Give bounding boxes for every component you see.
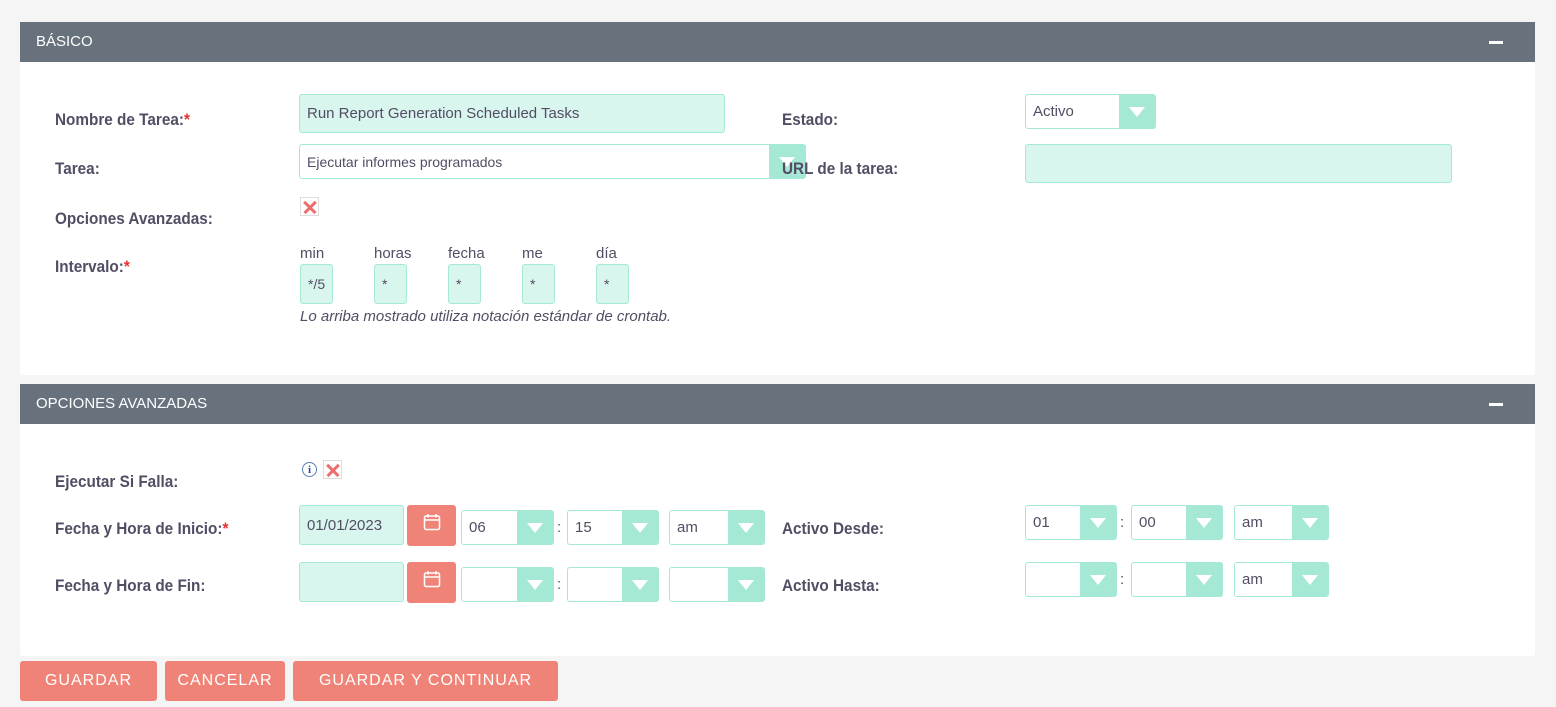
end-meridiem-select[interactable] [669, 567, 765, 602]
status-value: Activo [1033, 103, 1074, 120]
info-icon[interactable]: i [302, 462, 317, 477]
advanced-options-checkbox-x-mark-icon[interactable] [300, 197, 319, 216]
advanced-panel-header[interactable]: OPCIONES AVANZADAS [20, 384, 1535, 424]
interval-day-input[interactable]: * [596, 264, 629, 304]
catch-up-checkbox-x-mark-icon[interactable] [323, 460, 342, 479]
start-hour-select[interactable]: 06 [461, 510, 554, 545]
job-label: Tarea: [55, 159, 100, 178]
start-minute-select[interactable]: 15 [567, 510, 659, 545]
job-select[interactable]: Ejecutar informes programados [299, 144, 806, 179]
start-datetime-label: Fecha y Hora de Inicio:* [55, 519, 229, 538]
basic-panel-title: BÁSICO [36, 33, 93, 50]
active-from-meridiem-select[interactable]: am [1234, 505, 1329, 540]
chevron-down-icon[interactable] [1186, 563, 1222, 596]
chevron-down-icon[interactable] [1080, 563, 1116, 596]
status-select[interactable]: Activo [1025, 94, 1156, 129]
interval-min-label: min [300, 245, 325, 262]
time-separator: : [557, 576, 562, 593]
chevron-down-icon[interactable] [728, 568, 764, 601]
end-datetime-label: Fecha y Hora de Fin: [55, 576, 206, 595]
interval-min-input[interactable]: */5 [300, 264, 333, 304]
job-url-input[interactable] [1025, 144, 1452, 183]
start-date-input[interactable]: 01/01/2023 [299, 505, 404, 545]
catch-up-label: Ejecutar Si Falla: [55, 472, 179, 491]
basic-panel-body [20, 62, 1535, 375]
start-meridiem-select[interactable]: am [669, 510, 765, 545]
interval-hours-input[interactable]: * [374, 264, 407, 304]
time-separator: : [1120, 571, 1125, 588]
chevron-down-icon[interactable] [1080, 506, 1116, 539]
time-separator: : [557, 519, 562, 536]
active-from-hour-select[interactable]: 01 [1025, 505, 1117, 540]
end-hour-select[interactable] [461, 567, 554, 602]
interval-month-label: me [522, 245, 543, 262]
active-to-label: Activo Hasta: [782, 576, 880, 595]
chevron-down-icon[interactable] [728, 511, 764, 544]
calendar-icon[interactable] [407, 562, 456, 603]
time-separator: : [1120, 514, 1125, 531]
chevron-down-icon[interactable] [622, 511, 658, 544]
chevron-down-icon[interactable] [1292, 506, 1328, 539]
task-name-input[interactable]: Run Report Generation Scheduled Tasks [299, 94, 725, 133]
interval-month-input[interactable]: * [522, 264, 555, 304]
job-value: Ejecutar informes programados [307, 153, 503, 170]
cancel-button[interactable]: CANCELAR [165, 661, 285, 701]
save-button[interactable]: GUARDAR [20, 661, 157, 701]
status-label: Estado: [782, 110, 839, 129]
calendar-icon[interactable] [407, 505, 456, 546]
job-url-label: URL de la tarea: [782, 159, 899, 178]
chevron-down-icon[interactable] [1292, 563, 1328, 596]
interval-hours-label: horas [374, 245, 412, 262]
basic-panel-header[interactable]: BÁSICO [20, 22, 1535, 62]
collapse-icon[interactable] [1489, 403, 1503, 406]
interval-date-label: fecha [448, 245, 485, 262]
cron-hint: Lo arriba mostrado utiliza notación está… [300, 308, 672, 325]
advanced-panel-title: OPCIONES AVANZADAS [36, 395, 208, 412]
chevron-down-icon[interactable] [1186, 506, 1222, 539]
chevron-down-icon[interactable] [622, 568, 658, 601]
active-from-minute-select[interactable]: 00 [1131, 505, 1223, 540]
interval-day-label: día [596, 245, 617, 262]
interval-label: Intervalo:* [55, 257, 130, 276]
active-from-label: Activo Desde: [782, 519, 885, 538]
chevron-down-icon[interactable] [1119, 95, 1155, 128]
chevron-down-icon[interactable] [517, 511, 553, 544]
advanced-panel-body [20, 424, 1535, 656]
collapse-icon[interactable] [1489, 41, 1503, 44]
task-name-label: Nombre de Tarea:* [55, 110, 190, 129]
active-to-meridiem-select[interactable]: am [1234, 562, 1329, 597]
end-date-input[interactable] [299, 562, 404, 602]
end-minute-select[interactable] [567, 567, 659, 602]
advanced-options-label: Opciones Avanzadas: [55, 209, 213, 228]
save-and-continue-button[interactable]: GUARDAR Y CONTINUAR [293, 661, 558, 701]
active-to-hour-select[interactable] [1025, 562, 1117, 597]
active-to-minute-select[interactable] [1131, 562, 1223, 597]
interval-date-input[interactable]: * [448, 264, 481, 304]
chevron-down-icon[interactable] [517, 568, 553, 601]
